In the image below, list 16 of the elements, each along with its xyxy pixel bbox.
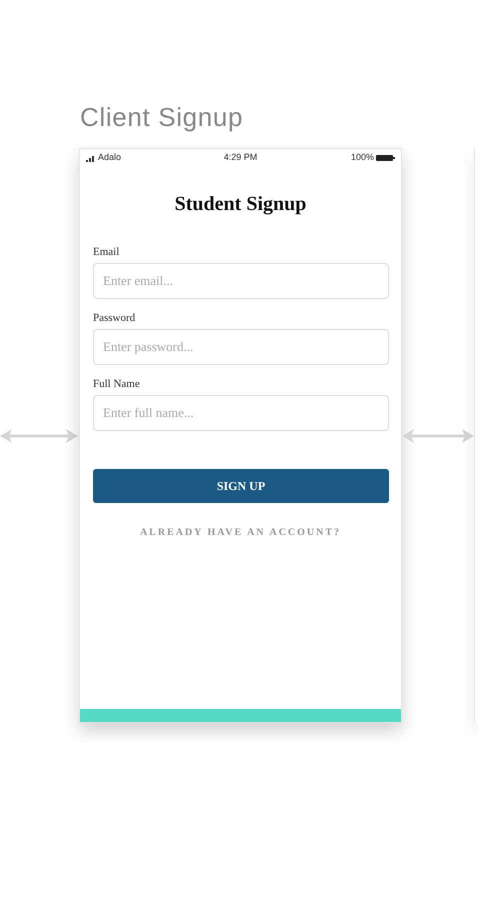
screen-title: Student Signup bbox=[174, 192, 308, 217]
carrier-name: Adalo bbox=[98, 151, 122, 164]
input-field[interactable]: Enter password... bbox=[93, 329, 389, 365]
double-arrow-icon bbox=[0, 428, 78, 442]
input-field[interactable]: Enter email... bbox=[93, 263, 389, 299]
field-label: Full Name bbox=[93, 377, 141, 391]
double-arrow-icon bbox=[402, 428, 474, 442]
battery-percent: 100% bbox=[350, 151, 374, 164]
field-label: Password bbox=[93, 311, 136, 325]
page-title: Client Signup bbox=[80, 101, 244, 134]
field-label: Email bbox=[93, 245, 120, 259]
status-time: 4:29 PM bbox=[224, 151, 258, 164]
sign-up-button[interactable]: SIGN UP bbox=[93, 469, 389, 503]
input-field[interactable]: Enter full name... bbox=[93, 395, 389, 431]
signal-icon bbox=[86, 154, 96, 162]
battery-icon bbox=[376, 155, 395, 161]
